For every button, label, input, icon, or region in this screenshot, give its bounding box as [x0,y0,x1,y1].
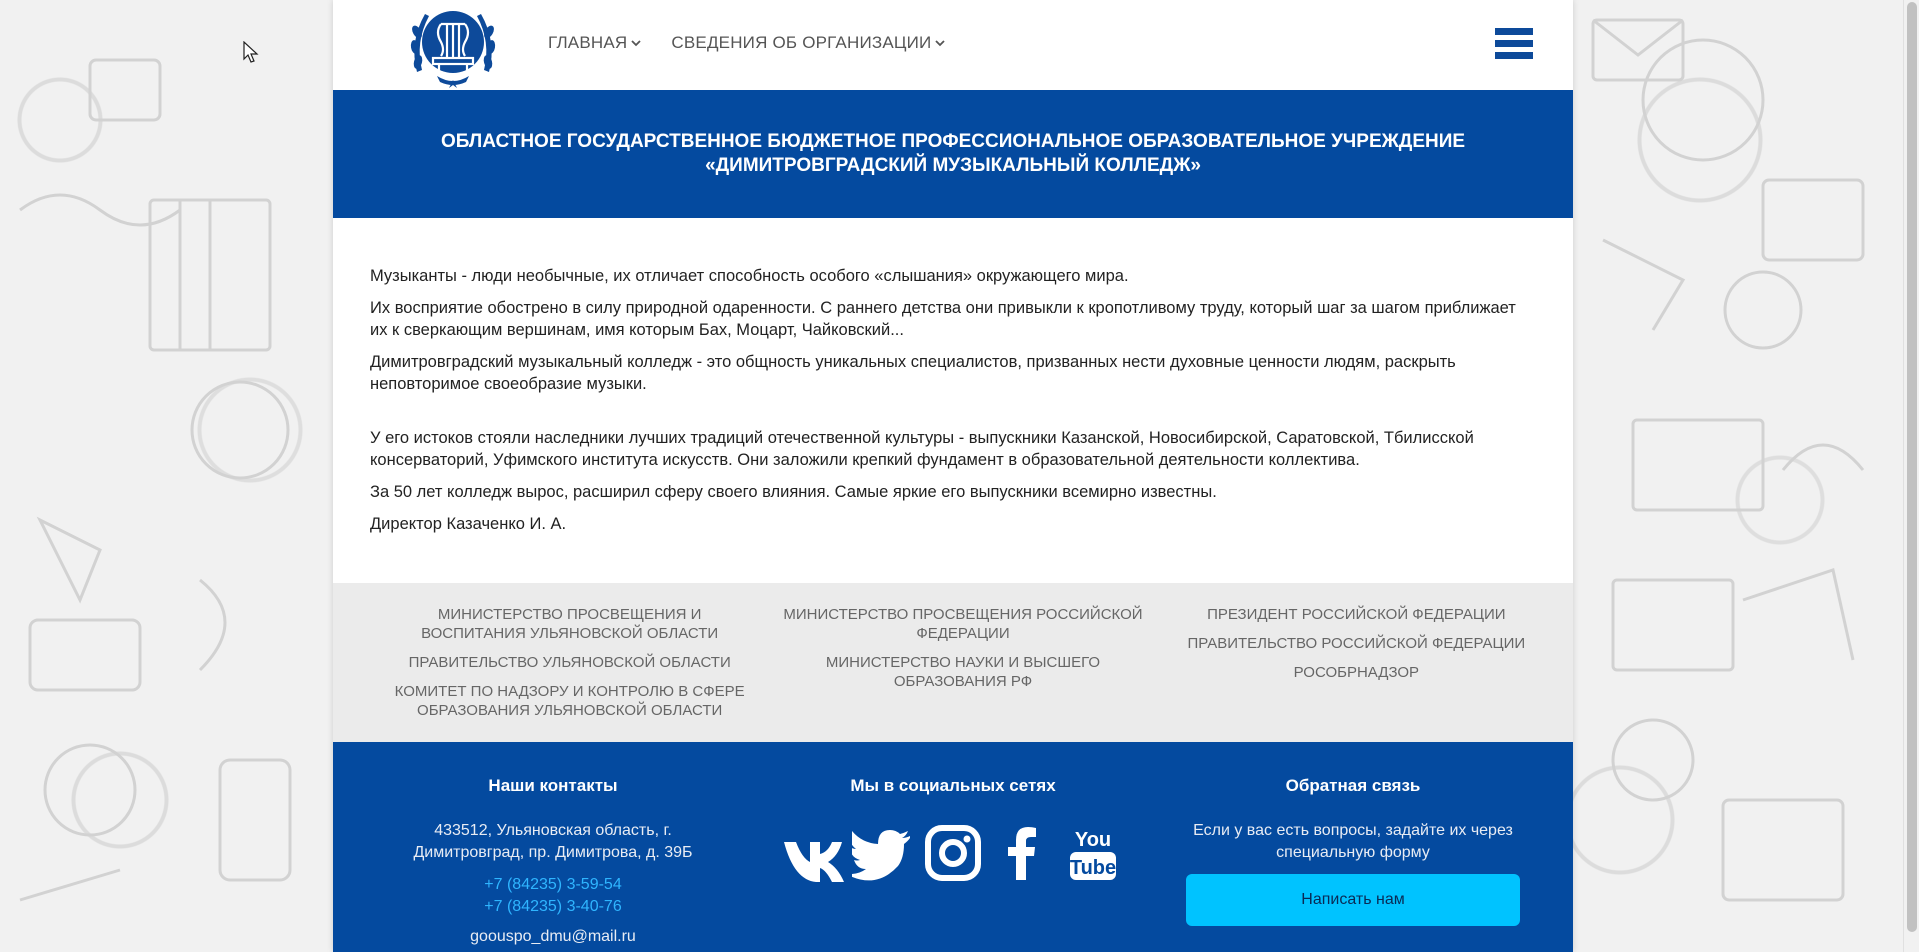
page-scrollbar[interactable] [1903,0,1919,952]
feedback-title: Обратная связь [1285,776,1421,795]
contacts-title: Наши контакты [488,776,618,795]
links-column-regional: МИНИСТЕРСТВО ПРОСВЕЩЕНИЯ И ВОСПИТАНИЯ УЛ… [373,605,766,742]
intro-paragraph: Димитровградский музыкальный колледж - э… [370,353,1456,393]
footer-contacts: Наши контакты 433512, Ульяновская област… [353,742,753,952]
youtube-icon[interactable]: You Tube [1062,822,1124,884]
intro-text: Музыканты - люди необычные, их отличает … [333,218,1573,583]
link-ministry-science-rf[interactable]: МИНИСТЕРСТВО НАУКИ И ВЫСШЕГО ОБРАЗОВАНИЯ… [783,653,1143,691]
org-title-line1: ОБЛАСТНОЕ ГОСУДАРСТВЕННОЕ БЮДЖЕТНОЕ ПРОФ… [440,131,1466,152]
intro-paragraph: Их восприятие обострено в силу природной… [370,299,1516,339]
link-rosobrnadzor[interactable]: РОСОБРНАДЗОР [1294,663,1419,682]
hamburger-menu-icon[interactable] [1495,28,1533,62]
nav-home[interactable]: ГЛАВНАЯ [548,33,642,53]
links-column-federal-ministries: МИНИСТЕРСТВО ПРОСВЕЩЕНИЯ РОССИЙСКОЙ ФЕДЕ… [766,605,1159,742]
social-icons: You Tube [782,822,1124,884]
contacts-phone-1[interactable]: +7 (84235) 3-59-54 [484,874,621,896]
social-title: Мы в социальных сетях [850,776,1056,795]
director-signature: Директор Казаченко И. А. [370,515,567,533]
intro-paragraph: У его истоков стояли наследники лучших т… [370,429,1474,469]
org-title-banner: ОБЛАСТНОЕ ГОСУДАРСТВЕННОЕ БЮДЖЕТНОЕ ПРОФ… [333,90,1573,218]
footer-feedback: Обратная связь Если у вас есть вопросы, … [1153,742,1553,952]
nav-about-org-label: СВЕДЕНИЯ ОБ ОРГАНИЗАЦИИ [671,33,932,52]
intro-paragraph: Музыканты - люди необычные, их отличает … [370,267,1129,285]
hamburger-bar [1495,52,1533,59]
links-column-federal: ПРЕЗИДЕНТ РОССИЙСКОЙ ФЕДЕРАЦИИ ПРАВИТЕЛЬ… [1160,605,1553,742]
background-doodles-left [19,58,292,902]
mouse-cursor-icon [243,41,259,63]
link-supervision-committee[interactable]: КОМИТЕТ ПО НАДЗОРУ И КОНТРОЛЮ В СФЕРЕ ОБ… [390,682,750,720]
link-government-rf[interactable]: ПРАВИТЕЛЬСТВО РОССИЙСКОЙ ФЕДЕРАЦИИ [1187,634,1525,653]
link-ministry-education-rf[interactable]: МИНИСТЕРСТВО ПРОСВЕЩЕНИЯ РОССИЙСКОЙ ФЕДЕ… [783,605,1143,643]
main-nav: ГЛАВНАЯ СВЕДЕНИЯ ОБ ОРГАНИЗАЦИИ [548,33,946,53]
hamburger-bar [1495,40,1533,47]
org-title-line2: «ДИМИТРОВГРАДСКИЙ МУЗЫКАЛЬНЫЙ КОЛЛЕДЖ» [705,155,1201,176]
nav-about-org[interactable]: СВЕДЕНИЯ ОБ ОРГАНИЗАЦИИ [671,33,946,53]
feedback-description: Если у вас есть вопросы, задайте их чере… [1193,822,1513,861]
site-footer: Наши контакты 433512, Ульяновская област… [333,742,1573,952]
link-ministry-ulyanovsk[interactable]: МИНИСТЕРСТВО ПРОСВЕЩЕНИЯ И ВОСПИТАНИЯ УЛ… [390,605,750,643]
page-container: ГЛАВНАЯ СВЕДЕНИЯ ОБ ОРГАНИЗАЦИИ ОБЛАСТНО… [333,0,1573,952]
college-logo[interactable] [407,2,499,88]
write-us-button[interactable]: Написать нам [1186,874,1520,926]
instagram-icon[interactable] [922,822,984,884]
contacts-phone-2[interactable]: +7 (84235) 3-40-76 [484,896,621,918]
nav-home-label: ГЛАВНАЯ [548,33,628,52]
scrollbar-thumb[interactable] [1907,2,1917,932]
facebook-icon[interactable] [992,822,1054,884]
footer-social: Мы в социальных сетях You Tube [753,742,1153,952]
hamburger-bar [1495,28,1533,35]
chevron-down-icon [935,40,946,47]
link-president-rf[interactable]: ПРЕЗИДЕНТ РОССИЙСКОЙ ФЕДЕРАЦИИ [1207,605,1505,624]
vk-icon[interactable] [782,822,844,884]
svg-text:You: You [1075,829,1111,851]
chevron-down-icon [631,40,642,47]
contacts-address: 433512, Ульяновская область, г. Димитров… [413,822,693,861]
twitter-icon[interactable] [852,822,914,884]
svg-text:Tube: Tube [1070,857,1116,879]
intro-paragraph: За 50 лет колледж вырос, расширил сферу … [370,483,1217,501]
background-doodles-right [1591,18,1865,902]
contacts-email[interactable]: goouspo_dmu@mail.ru [470,928,636,946]
link-government-ulyanovsk[interactable]: ПРАВИТЕЛЬСТВО УЛЬЯНОВСКОЙ ОБЛАСТИ [409,653,731,672]
top-navbar: ГЛАВНАЯ СВЕДЕНИЯ ОБ ОРГАНИЗАЦИИ [333,0,1573,90]
useful-links: МИНИСТЕРСТВО ПРОСВЕЩЕНИЯ И ВОСПИТАНИЯ УЛ… [333,583,1573,742]
